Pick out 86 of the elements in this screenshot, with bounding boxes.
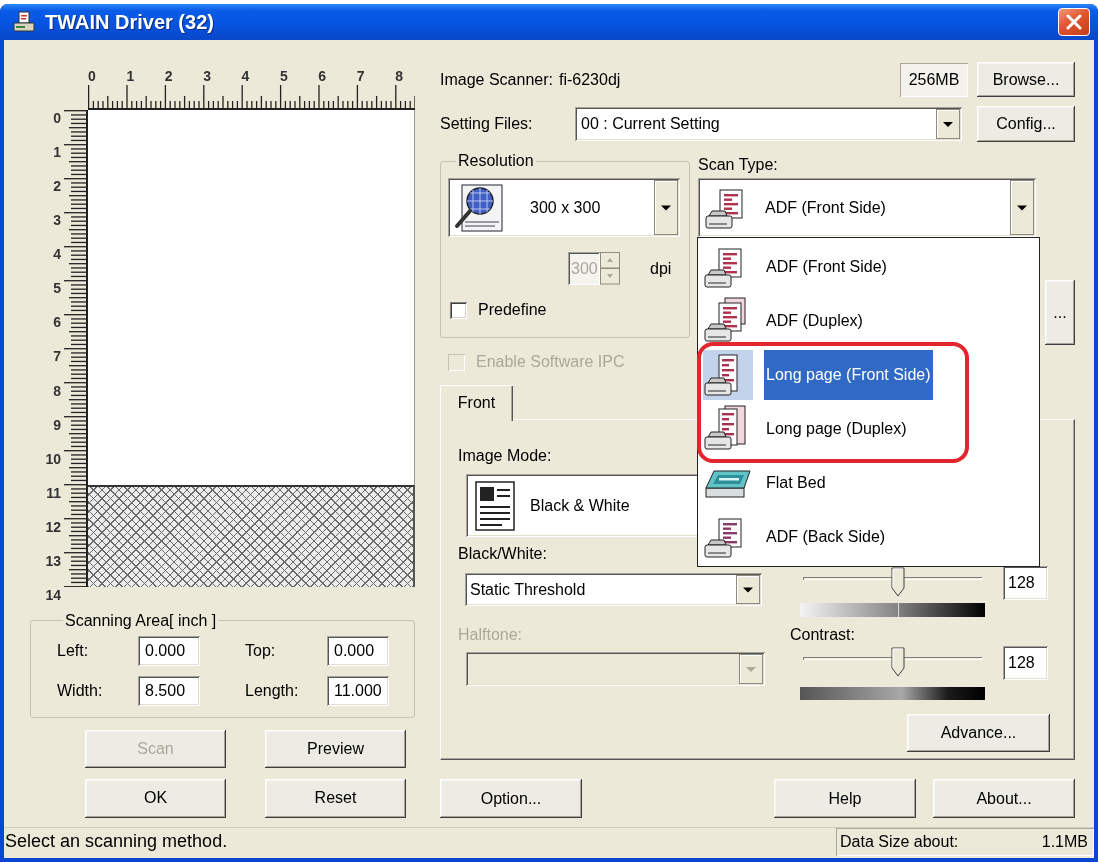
top-field[interactable]: 0.000 bbox=[327, 635, 389, 666]
ruler-number: 12 bbox=[45, 518, 61, 535]
field-label: Top: bbox=[245, 641, 277, 660]
scanner-label: Image Scanner: bbox=[440, 70, 553, 89]
field-label: Image Mode: bbox=[458, 446, 552, 466]
ruler-number: 11 bbox=[46, 484, 61, 501]
threshold-method-dropdown[interactable]: Static Threshold bbox=[465, 573, 762, 606]
left-field[interactable]: 0.000 bbox=[138, 635, 200, 666]
checkbox-label: Predefine bbox=[478, 301, 547, 319]
ruler-number: 0 bbox=[88, 68, 97, 84]
scanner-model: fi-6230dj bbox=[558, 70, 621, 89]
about-button[interactable]: About... bbox=[933, 779, 1075, 818]
option-button[interactable]: Option... bbox=[440, 779, 582, 818]
group-title: Scanning Area[ inch ] bbox=[64, 611, 218, 630]
document-icon bbox=[475, 480, 515, 531]
dropdown-arrow-icon[interactable] bbox=[736, 575, 760, 604]
ruler-number: 7 bbox=[356, 68, 366, 84]
more-button[interactable]: ... bbox=[1045, 280, 1075, 345]
scan-type-option[interactable]: ADF (Duplex) bbox=[764, 296, 865, 346]
scan-type-option[interactable]: Flat Bed bbox=[764, 458, 828, 508]
preview-button[interactable]: Preview bbox=[265, 729, 406, 768]
magnifier-icon bbox=[453, 181, 505, 234]
field-label: Halftone: bbox=[458, 625, 523, 645]
ruler-number: 8 bbox=[53, 382, 61, 399]
config-button[interactable]: Config... bbox=[977, 106, 1075, 142]
scanner-icon bbox=[12, 11, 36, 33]
unit-label: dpi bbox=[650, 259, 672, 278]
width-field[interactable]: 8.500 bbox=[138, 675, 200, 706]
ok-button[interactable]: OK bbox=[85, 778, 226, 818]
ruler-number: 5 bbox=[279, 68, 289, 84]
close-button[interactable] bbox=[1058, 8, 1090, 36]
data-size-value: 1.1MB bbox=[1041, 833, 1088, 851]
ruler-number: 13 bbox=[45, 552, 61, 569]
ruler-number: 3 bbox=[203, 68, 212, 84]
ruler-number: 8 bbox=[395, 68, 403, 84]
checkbox-label: Enable Software IPC bbox=[476, 353, 625, 371]
contrast-label: Contrast: bbox=[790, 625, 855, 645]
scan-type-option[interactable]: ADF (Front Side) bbox=[764, 242, 889, 292]
ruler-number: 10 bbox=[45, 450, 61, 467]
ruler-number: 1 bbox=[53, 144, 61, 161]
ruler-number: 9 bbox=[53, 416, 61, 433]
data-size-label: Data Size about: bbox=[840, 833, 959, 851]
scan-type-option[interactable]: Long page (Duplex) bbox=[764, 404, 909, 454]
scan-type-option[interactable]: Long page (Front Side) bbox=[764, 350, 933, 400]
length-field[interactable]: 11.000 bbox=[327, 675, 389, 706]
slider-thumb[interactable] bbox=[891, 647, 906, 677]
field-label: Width: bbox=[57, 681, 104, 700]
ruler-number: 3 bbox=[53, 212, 61, 229]
ruler-number: 4 bbox=[241, 68, 251, 84]
status-message: Select an scanning method. bbox=[4, 830, 229, 853]
ruler-number: 2 bbox=[164, 68, 174, 84]
checkbox[interactable] bbox=[450, 301, 467, 319]
ruler-number: 1 bbox=[126, 68, 136, 84]
scan-type-dropdown[interactable]: ADF (Front Side) bbox=[698, 178, 1036, 237]
setting-files-dropdown[interactable]: 00 : Current Setting bbox=[575, 107, 962, 141]
preview-area[interactable] bbox=[88, 110, 415, 587]
setting-files-label: Setting Files: bbox=[440, 115, 534, 133]
ruler-number: 2 bbox=[53, 178, 61, 195]
slider-thumb[interactable] bbox=[891, 567, 906, 597]
close-icon bbox=[1066, 14, 1082, 30]
scanner-long-page-icon bbox=[703, 350, 753, 400]
field-label: Black/White: bbox=[458, 544, 547, 564]
field-label: Left: bbox=[57, 641, 90, 660]
resolution-dropdown[interactable]: 300 x 300 bbox=[448, 178, 680, 237]
window-title: TWAIN Driver (32) bbox=[45, 10, 214, 34]
ruler-number: 7 bbox=[53, 348, 61, 365]
spin-arrows-icon[interactable] bbox=[600, 252, 620, 285]
scan-type-option[interactable]: ADF (Back Side) bbox=[764, 512, 888, 562]
tab[interactable]: Front bbox=[440, 385, 513, 421]
reset-button[interactable]: Reset bbox=[265, 778, 406, 818]
help-button[interactable]: Help bbox=[774, 779, 916, 818]
memory-indicator: 256MB bbox=[900, 62, 968, 97]
dropdown-arrow-icon[interactable] bbox=[936, 109, 960, 139]
browse-button[interactable]: Browse... bbox=[977, 62, 1075, 97]
threshold-value-field[interactable]: 128 bbox=[1003, 566, 1048, 600]
contrast-value-field[interactable]: 128 bbox=[1003, 646, 1048, 680]
scan-type-label: Scan Type: bbox=[698, 155, 779, 175]
ruler-number: 5 bbox=[53, 280, 61, 297]
ruler-number: 6 bbox=[318, 68, 328, 84]
ruler-number: 4 bbox=[53, 246, 61, 263]
advance-button[interactable]: Advance... bbox=[907, 714, 1050, 752]
field-label: Length: bbox=[245, 681, 300, 700]
group-title: Resolution bbox=[457, 152, 535, 170]
ruler-number: 0 bbox=[53, 110, 61, 126]
ruler-number: 14 bbox=[45, 586, 61, 603]
ruler-number: 6 bbox=[53, 314, 61, 331]
